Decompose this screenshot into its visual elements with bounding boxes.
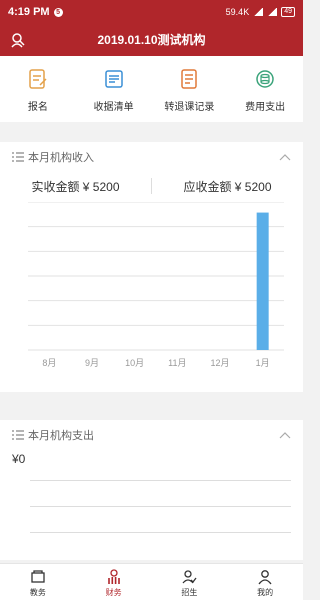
income-bar-chart: 8月 9月 10月 11月 12月 1月: [28, 202, 284, 368]
chart-x-tick-label: 12月: [210, 358, 229, 368]
finance-icon: [107, 569, 120, 584]
wifi-icon: [267, 8, 278, 16]
chart-x-tick-label: 1月: [256, 358, 270, 368]
receipt-icon: [104, 70, 123, 88]
quick-nav: 报名 收据清单 转退课记录 费用支出: [0, 56, 303, 122]
enroll-icon: [182, 570, 197, 584]
chart-x-tick-label: 8月: [42, 358, 56, 368]
status-bar: 4:19 PM 5 59.4K 49: [0, 0, 303, 24]
tab-bar: 教务 财务 招生 我的: [0, 563, 303, 600]
tab-teaching[interactable]: 教务: [0, 564, 76, 600]
tab-profile[interactable]: 我的: [227, 564, 303, 600]
quick-nav-signup[interactable]: 报名: [0, 56, 76, 122]
page-title: 2019.01.10测试机构: [97, 33, 206, 47]
tab-enroll[interactable]: 招生: [152, 564, 228, 600]
list-icon: [12, 430, 24, 440]
gridline: [30, 480, 291, 481]
net-speed: 59.4K: [225, 7, 250, 17]
income-card-title: 本月机构收入: [28, 152, 94, 164]
gridline: [30, 506, 291, 507]
list-icon: [12, 152, 24, 162]
tab-label: 财务: [105, 588, 122, 597]
profile-icon: [258, 570, 272, 585]
chart-x-tick-label: 10月: [125, 358, 144, 368]
expense-card-title: 本月机构支出: [28, 430, 94, 442]
chevron-up-icon[interactable]: [279, 153, 291, 161]
quick-nav-expense[interactable]: 费用支出: [227, 56, 303, 122]
chart-x-tick-label: 9月: [85, 358, 99, 368]
battery-icon: 49: [281, 7, 295, 17]
gridline: [30, 532, 291, 533]
notification-badge: 5: [53, 7, 63, 17]
expense-icon: [256, 70, 274, 88]
tab-label: 招生: [181, 588, 198, 597]
status-time: 4:19 PM: [8, 6, 50, 18]
income-card-header[interactable]: 本月机构收入: [0, 142, 303, 172]
quick-nav-receipts[interactable]: 收据清单: [76, 56, 152, 122]
chart-bar[interactable]: [256, 212, 269, 350]
tab-label: 我的: [257, 588, 274, 597]
signup-icon: [29, 69, 47, 89]
expense-chart-grid: [30, 480, 291, 558]
chevron-up-icon[interactable]: [279, 431, 291, 439]
quick-nav-label: 收据清单: [93, 102, 134, 113]
signal-icon: [253, 8, 264, 16]
title-bar: 2019.01.10测试机构: [0, 24, 303, 56]
status-right: 59.4K 49: [226, 7, 295, 17]
transfer-record-icon: [181, 69, 198, 89]
income-amounts: 实收金额 ¥ 5200 应收金额 ¥ 5200: [0, 172, 303, 200]
quick-nav-label: 费用支出: [245, 102, 286, 113]
income-card: 本月机构收入 实收金额 ¥ 5200 应收金额 ¥ 5200 8月 9月 10月 11…: [0, 142, 303, 392]
quick-nav-label: 转退课记录: [164, 102, 215, 113]
tab-label: 教务: [29, 588, 46, 597]
chart-x-tick-label: 11月: [168, 358, 186, 368]
tab-finance[interactable]: 财务: [76, 564, 152, 600]
teaching-icon: [31, 570, 45, 583]
expense-card-header[interactable]: 本月机构支出: [0, 420, 303, 450]
quick-nav-label: 报名: [27, 102, 48, 113]
expense-card: 本月机构支出 ¥0: [0, 420, 303, 560]
quick-nav-transfer-record[interactable]: 转退课记录: [152, 56, 228, 122]
actual-amount: 实收金额 ¥ 5200: [31, 179, 120, 194]
receivable-amount: 应收金额 ¥ 5200: [183, 179, 272, 194]
expense-value: ¥0: [12, 452, 26, 466]
